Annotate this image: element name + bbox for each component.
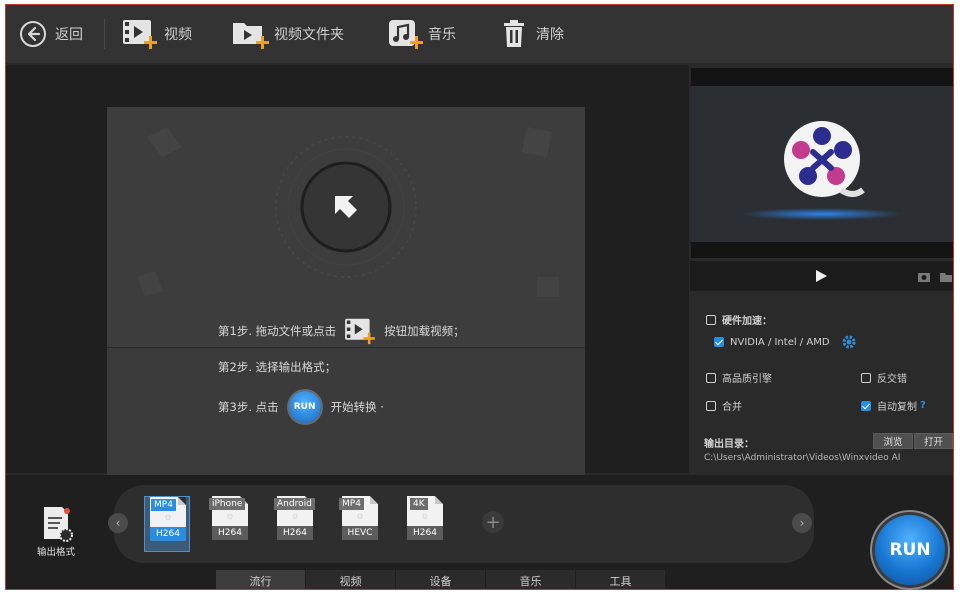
output-format-label: 输出格式	[36, 547, 75, 558]
bottom-bar: 输出格式 ‹ › MP4 ⚙ H264 iPhone ⚙ H264 Androi…	[6, 475, 953, 589]
main-workspace: 第1步. 拖动文件或点击 按钮加载视频； 第2步. 选择输出格式； 第3步. 点…	[6, 65, 689, 485]
deinterlace-checkbox[interactable]	[861, 372, 871, 383]
high-quality-option[interactable]: 高品质引擎	[706, 370, 772, 385]
format-watermark-icon: ⚙	[291, 512, 299, 521]
format-codec: HEVC	[342, 526, 378, 540]
step3-text: 第3步. 点击	[218, 400, 279, 414]
auto-copy-checkbox[interactable]	[861, 400, 871, 411]
gpu-option[interactable]: NVIDIA / Intel / AMD	[714, 335, 856, 349]
high-quality-checkbox[interactable]	[706, 372, 716, 383]
add-format-button[interactable]: +	[482, 511, 504, 533]
category-tabs: 流行 视频 设备 音乐 工具	[216, 570, 666, 589]
video-folder-icon	[233, 23, 269, 49]
merge-label: 合并	[722, 402, 742, 413]
gpu-label: NVIDIA / Intel / AMD	[730, 336, 830, 348]
drop-zone-divider	[107, 347, 585, 348]
toolbar: 返回 视频 视频文件夹 音乐 清除	[6, 5, 953, 63]
toolbar-divider	[104, 19, 105, 49]
app-window: 返回 视频 视频文件夹 音乐 清除 第1步. 拖动文件或点击 按钮加载视频； 第…	[5, 4, 954, 590]
preview-controls	[690, 261, 953, 291]
trash-icon	[504, 20, 524, 47]
format-item-android-h264[interactable]: Android ⚙ H264	[272, 496, 318, 552]
format-prev-button[interactable]: ‹	[108, 513, 128, 533]
format-name: MP4	[151, 499, 176, 511]
open-button[interactable]: 打开	[914, 433, 953, 449]
add-video-label: 视频	[164, 27, 192, 43]
format-name: 4K	[410, 498, 428, 510]
clear-label: 清除	[536, 27, 564, 43]
add-video-icon	[123, 20, 157, 49]
format-watermark-icon: ⚙	[226, 512, 234, 521]
add-folder-label: 视频文件夹	[274, 27, 344, 43]
format-watermark-icon: ⚙	[164, 513, 172, 522]
format-name: MP4	[339, 498, 364, 510]
add-music-label: 音乐	[428, 27, 456, 43]
tab-device[interactable]: 设备	[396, 570, 486, 589]
winx-logo	[742, 121, 902, 220]
step3-line: 第3步. 点击 RUN 开始转换 ·	[218, 391, 384, 423]
help-icon[interactable]: ?	[920, 400, 926, 411]
preview-screen	[691, 86, 953, 242]
drop-zone-background-icon	[137, 127, 559, 297]
format-codec: H264	[212, 526, 248, 540]
output-path[interactable]: C:\Users\Administrator\Videos\Winxvideo …	[704, 453, 900, 463]
format-name: Android	[274, 498, 315, 510]
hardware-accel-checkbox[interactable]	[706, 314, 716, 325]
tab-music[interactable]: 音乐	[486, 570, 576, 589]
gpu-checkbox[interactable]	[714, 337, 724, 347]
hardware-accel-option[interactable]: 硬件加速：	[706, 312, 772, 327]
high-quality-label: 高品质引擎	[722, 374, 772, 385]
deinterlace-label: 反交错	[877, 374, 907, 385]
output-format-icon	[44, 507, 73, 542]
tab-popular[interactable]: 流行	[216, 570, 306, 589]
format-watermark-icon: ⚙	[356, 512, 364, 521]
music-icon	[389, 20, 423, 49]
run-button[interactable]: RUN	[875, 515, 945, 585]
browse-button[interactable]: 浏览	[873, 433, 913, 449]
step1-line: 第1步. 拖动文件或点击 按钮加载视频；	[218, 317, 465, 345]
format-name: iPhone	[209, 498, 246, 510]
gear-icon[interactable]	[842, 335, 856, 349]
add-video-button[interactable]: 视频	[122, 17, 192, 51]
format-item-mp4-h264[interactable]: MP4 ⚙ H264	[144, 496, 190, 552]
step2-text: 第2步. 选择输出格式；	[218, 360, 337, 374]
format-item-mp4-hevc[interactable]: MP4 ⚙ HEVC	[337, 496, 383, 552]
auto-copy-option[interactable]: 自动复制 ?	[861, 398, 926, 413]
format-codec: H264	[277, 526, 313, 540]
play-icon[interactable]	[814, 269, 828, 283]
folder-icon[interactable]	[939, 271, 953, 283]
back-arrow-icon	[20, 21, 46, 47]
back-label: 返回	[55, 27, 83, 43]
format-next-button[interactable]: ›	[792, 513, 812, 533]
format-codec: H264	[407, 526, 443, 540]
right-panel: 硬件加速： NVIDIA / Intel / AMD 高品质引擎 反交错 合并 …	[690, 65, 953, 473]
drop-zone-upper: 第1步. 拖动文件或点击 按钮加载视频；	[107, 107, 585, 347]
merge-checkbox[interactable]	[706, 400, 716, 411]
step1-text: 第1步. 拖动文件或点击	[218, 324, 337, 338]
format-item-iphone-h264[interactable]: iPhone ⚙ H264	[207, 496, 253, 552]
add-music-button[interactable]: 音乐	[388, 17, 456, 51]
video-preview	[691, 68, 953, 258]
format-codec: H264	[150, 527, 186, 541]
hardware-accel-label: 硬件加速：	[722, 316, 772, 327]
cursor-arrow-icon	[335, 196, 357, 218]
tab-tools[interactable]: 工具	[576, 570, 666, 589]
clear-button[interactable]: 清除	[502, 17, 564, 51]
merge-option[interactable]: 合并	[706, 398, 742, 413]
auto-copy-label: 自动复制	[877, 402, 917, 413]
run-mini-icon: RUN	[288, 391, 321, 423]
format-item-4k-h264[interactable]: 4K ⚙ H264	[402, 496, 448, 552]
tab-video[interactable]: 视频	[306, 570, 396, 589]
format-watermark-icon: ⚙	[421, 512, 429, 521]
step1-text-after: 按钮加载视频；	[384, 324, 465, 338]
add-folder-button[interactable]: 视频文件夹	[232, 17, 344, 51]
output-dir-label: 输出目录：	[704, 439, 754, 450]
deinterlace-option[interactable]: 反交错	[861, 370, 907, 385]
step3-text-after: 开始转换 ·	[330, 400, 384, 414]
back-button[interactable]: 返回	[18, 17, 83, 51]
drop-zone[interactable]: 第1步. 拖动文件或点击 按钮加载视频； 第2步. 选择输出格式； 第3步. 点…	[107, 107, 585, 485]
camera-icon[interactable]	[917, 271, 931, 283]
output-format-button[interactable]: 输出格式	[28, 503, 84, 558]
add-video-icon	[345, 318, 376, 345]
